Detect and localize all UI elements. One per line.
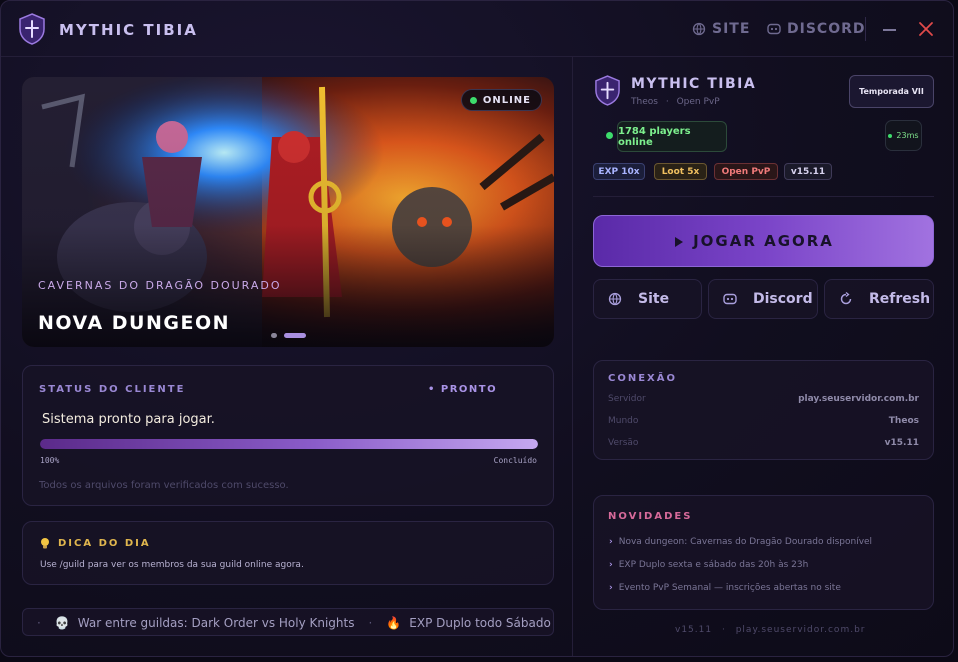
tag-version-label: v15.11 xyxy=(790,166,826,177)
online-dot-icon xyxy=(469,96,477,104)
tag-version: v15.11 xyxy=(784,163,832,180)
connection-key-server: Servidor xyxy=(608,394,646,404)
tag-loot: Loot 5x xyxy=(654,163,707,180)
tip-label: DICA DO DIA xyxy=(58,538,151,549)
titlebar-divider xyxy=(865,17,866,41)
close-icon[interactable] xyxy=(918,21,934,37)
discord-button-label: Discord xyxy=(753,291,813,307)
online-status-badge: ONLINE xyxy=(460,89,542,111)
connection-card: CONEXÃO Servidor play.seuservidor.com.br… xyxy=(593,360,934,460)
refresh-icon xyxy=(840,292,852,305)
site-button[interactable]: Site xyxy=(593,279,702,319)
progress-bar xyxy=(40,439,538,449)
progress-bar-fill xyxy=(40,439,538,449)
fire-icon: 🔥 xyxy=(386,616,402,630)
players-online-badge: 1784 players online xyxy=(617,121,727,152)
news-item[interactable]: › Nova dungeon: Cavernas do Dragão Dourad… xyxy=(609,537,872,547)
refresh-button[interactable]: Refresh xyxy=(824,279,934,319)
season-badge: Temporada VII xyxy=(849,75,934,108)
client-status-label: STATUS DO CLIENTE xyxy=(39,384,186,395)
server-mode: Open PvP xyxy=(676,97,720,107)
tag-pvp-label: Open PvP xyxy=(721,166,771,177)
connection-key-world: Mundo xyxy=(608,416,639,426)
refresh-button-label: Refresh xyxy=(869,291,931,307)
ticker-separator: · xyxy=(368,616,373,630)
footer-separator: · xyxy=(721,625,726,635)
tip-of-day-card: DICA DO DIA Use /guild para ver os membr… xyxy=(22,521,554,585)
carousel-dot-2-active[interactable] xyxy=(284,333,306,338)
skull-icon: 💀 xyxy=(54,616,70,630)
launcher-window: MYTHIC TIBIA SITE DISCORD ONLINE CAVERNA… xyxy=(0,0,954,657)
tag-loot-label: Loot 5x xyxy=(661,166,700,177)
connection-value-world: Theos xyxy=(888,416,919,426)
connection-label: CONEXÃO xyxy=(608,373,677,384)
players-online-dot-icon xyxy=(606,132,613,139)
play-icon xyxy=(675,237,683,247)
server-subtitle: Theos · Open PvP xyxy=(631,97,720,107)
news-item-text: Nova dungeon: Cavernas do Dragão Dourado… xyxy=(618,537,873,547)
footer-host: play.seuservidor.com.br xyxy=(735,625,866,635)
news-card: NOVIDADES › Nova dungeon: Cavernas do Dra… xyxy=(593,495,934,610)
ping-value: 23ms xyxy=(896,131,919,140)
chevron-right-icon: › xyxy=(609,583,613,593)
client-status-message: Sistema pronto para jogar. xyxy=(42,412,215,427)
shield-logo-icon xyxy=(19,13,45,45)
news-ticker: · 💀 War entre guildas: Dark Order vs Hol… xyxy=(22,608,554,636)
hero-subtitle: CAVERNAS DO DRAGÃO DOURADO xyxy=(38,279,282,292)
discord-icon xyxy=(767,23,781,35)
site-link[interactable]: SITE xyxy=(692,21,750,37)
column-divider xyxy=(572,57,573,656)
play-now-button[interactable]: JOGAR AGORA xyxy=(593,215,934,267)
progress-percent: 100% xyxy=(40,456,60,465)
hero-title: NOVA DUNGEON xyxy=(38,312,231,334)
section-divider xyxy=(593,196,934,197)
lightbulb-icon xyxy=(41,538,49,549)
connection-value-version: v15.11 xyxy=(884,438,919,448)
tag-exp: EXP 10x xyxy=(593,163,645,180)
discord-icon xyxy=(723,293,737,305)
online-status-label: ONLINE xyxy=(482,94,531,106)
ticker-separator: · xyxy=(37,616,41,630)
discord-button[interactable]: Discord xyxy=(708,279,818,319)
progress-state: Concluído xyxy=(493,456,537,465)
chevron-right-icon: › xyxy=(609,560,613,570)
carousel-dot-1[interactable] xyxy=(271,333,277,338)
hero-artwork xyxy=(22,77,554,347)
client-ready-badge: • PRONTO xyxy=(428,384,498,395)
minimize-button[interactable] xyxy=(883,29,896,31)
ticker-item: War entre guildas: Dark Order vs Holy Kn… xyxy=(77,616,355,630)
globe-icon xyxy=(608,292,622,306)
server-name: MYTHIC TIBIA xyxy=(631,76,757,92)
connection-value-server: play.seuservidor.com.br xyxy=(798,394,919,404)
tip-text: Use /guild para ver os membros da sua gu… xyxy=(40,560,304,570)
globe-icon xyxy=(692,22,706,36)
server-world: Theos xyxy=(631,97,658,107)
ping-badge: 23ms xyxy=(885,120,922,151)
footer: v15.11 · play.seuservidor.com.br xyxy=(675,625,865,635)
connection-key-version: Versão xyxy=(608,438,639,448)
news-item[interactable]: › Evento PvP Semanal — inscrições abertas… xyxy=(609,583,841,593)
footer-version: v15.11 xyxy=(675,625,713,635)
server-shield-icon xyxy=(595,75,620,106)
client-status-note: Todos os arquivos foram verificados com … xyxy=(39,480,289,491)
site-link-label: SITE xyxy=(712,21,751,37)
news-item-text: Evento PvP Semanal — inscrições abertas … xyxy=(618,583,841,593)
title-bar[interactable]: MYTHIC TIBIA SITE DISCORD xyxy=(1,1,953,57)
client-status-card: STATUS DO CLIENTE • PRONTO Sistema pront… xyxy=(22,365,554,506)
tag-pvp: Open PvP xyxy=(714,163,778,180)
discord-link[interactable]: DISCORD xyxy=(767,21,866,37)
tag-exp-label: EXP 10x xyxy=(598,166,640,177)
news-label: NOVIDADES xyxy=(608,511,693,522)
subtitle-separator: · xyxy=(665,97,669,107)
play-now-label: JOGAR AGORA xyxy=(693,232,834,250)
app-title: MYTHIC TIBIA xyxy=(59,21,198,39)
news-item-text: EXP Duplo sexta e sábado das 20h às 23h xyxy=(618,560,809,570)
discord-link-label: DISCORD xyxy=(787,21,866,37)
site-button-label: Site xyxy=(638,291,670,307)
hero-banner[interactable]: ONLINE CAVERNAS DO DRAGÃO DOURADO NOVA D… xyxy=(22,77,554,347)
ping-dot-icon xyxy=(888,133,893,138)
ticker-item: EXP Duplo todo Sábado e Domingo xyxy=(409,616,553,630)
chevron-right-icon: › xyxy=(609,537,613,547)
news-item[interactable]: › EXP Duplo sexta e sábado das 20h às 23h xyxy=(609,560,808,570)
